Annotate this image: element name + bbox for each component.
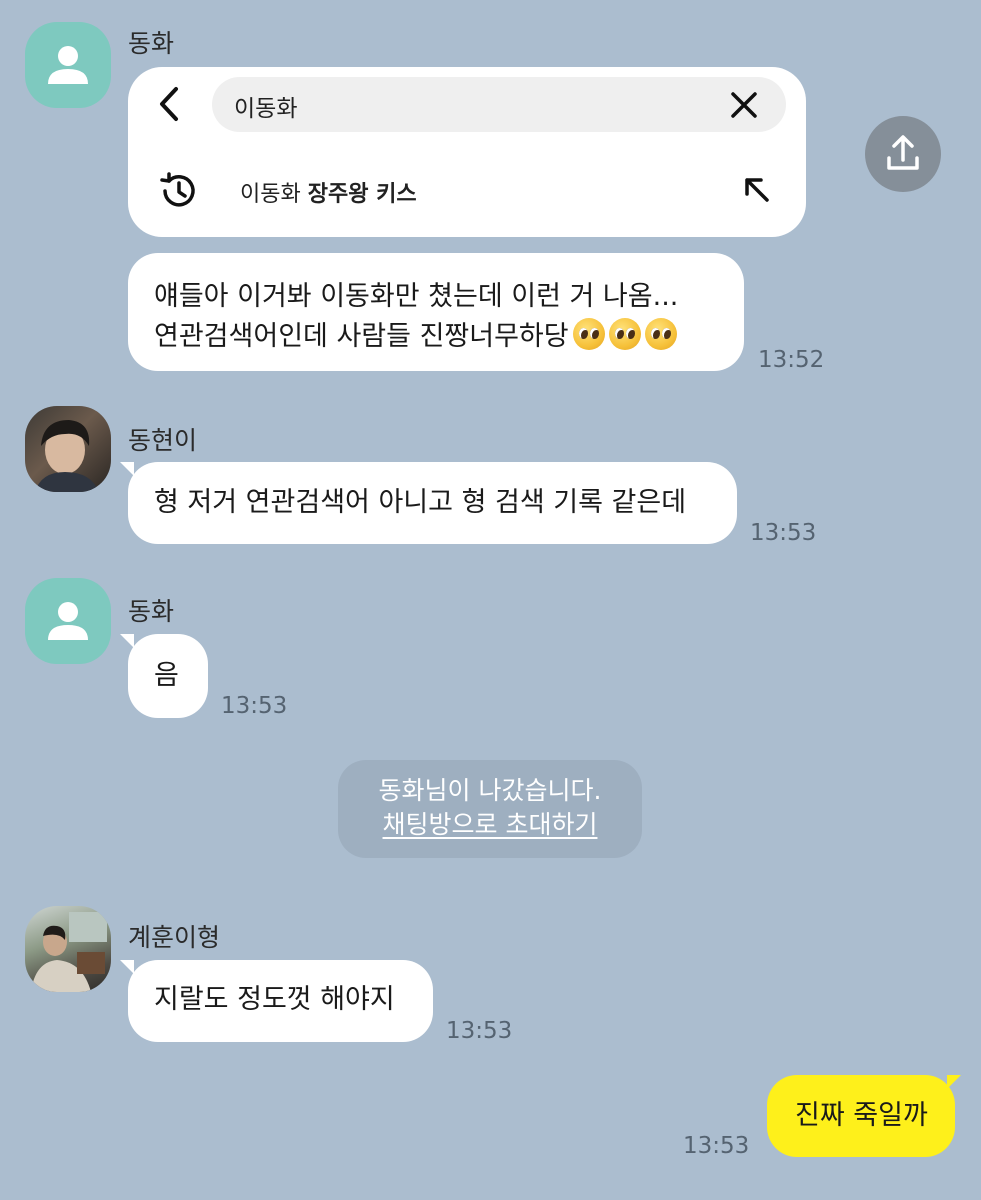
message-time: 13:53	[221, 693, 288, 719]
pleading-face-emoji-icon	[644, 318, 677, 350]
message-time: 13:53	[750, 520, 817, 546]
message-line: 얘들아 이거봐 이동화만 쳤는데 이런 거 나옴...	[154, 281, 679, 312]
chevron-left-icon	[156, 86, 184, 126]
avatar-donghwa[interactable]	[25, 22, 111, 108]
bubble-tail	[120, 960, 134, 974]
sender-name: 동화	[128, 597, 175, 626]
sender-name: 동현이	[128, 426, 198, 455]
sender-name: 계훈이형	[128, 923, 221, 952]
history-prefix: 이동화	[240, 182, 301, 207]
search-query: 이동화	[234, 96, 298, 122]
system-notice: 동화님이 나갔습니다. 채팅방으로 초대하기	[338, 760, 642, 858]
avatar-donghwa[interactable]	[25, 578, 111, 664]
search-field	[212, 77, 786, 132]
message-line: 연관검색어인데 사람들 진짱너무하당	[154, 317, 744, 357]
bubble-tail	[120, 634, 134, 648]
invite-link[interactable]: 채팅방으로 초대하기	[383, 808, 598, 842]
history-icon	[157, 170, 199, 216]
left-notice-text: 동화님이 나갔습니다.	[378, 776, 602, 805]
message-time: 13:53	[446, 1018, 513, 1044]
avatar-donghyun[interactable]	[25, 406, 111, 492]
bubble-tail	[120, 462, 134, 476]
message-time: 13:52	[758, 347, 825, 373]
share-button[interactable]	[865, 116, 941, 192]
pleading-face-emoji-icon	[608, 318, 641, 350]
pleading-face-emoji-icon	[572, 318, 605, 350]
avatar-gyehun[interactable]	[25, 906, 111, 992]
message-time: 13:53	[683, 1133, 750, 1159]
bubble-tail	[947, 1075, 961, 1089]
history-item: 이동화 장주왕 키스	[240, 176, 417, 208]
message-bubble[interactable]: 지랄도 정도껏 해야지	[128, 960, 433, 1042]
message-bubble[interactable]: 형 저거 연관검색어 아니고 형 검색 기록 같은데	[128, 462, 737, 544]
arrow-up-left-icon	[742, 175, 772, 209]
close-icon	[730, 91, 758, 123]
history-bold: 장주왕 키스	[307, 182, 417, 207]
message-bubble[interactable]: 음	[128, 634, 208, 718]
message-line-text: 연관검색어인데 사람들 진짱너무하당	[154, 321, 569, 352]
sender-name: 동화	[128, 29, 175, 58]
upload-icon	[887, 135, 919, 170]
my-message-bubble[interactable]: 진짜 죽일까	[767, 1075, 955, 1157]
message-bubble[interactable]: 얘들아 이거봐 이동화만 쳤는데 이런 거 나옴... 연관검색어인데 사람들 …	[128, 253, 744, 371]
